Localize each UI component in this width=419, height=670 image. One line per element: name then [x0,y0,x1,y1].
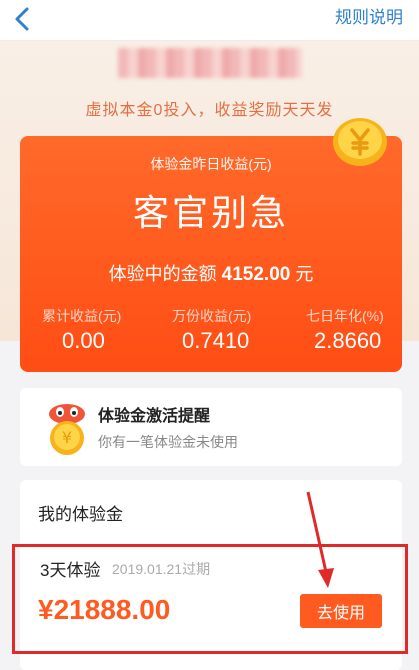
stat-label-per-10k: 万份收益(元) [172,308,252,324]
stat-label-7day: 七日年化(%) [306,308,384,324]
activation-reminder[interactable]: ¥ 体验金激活提醒 你有一笔体验金未使用 [20,388,402,466]
svg-text:¥: ¥ [62,428,72,447]
blurred-username [118,48,302,78]
trial-amount-value: 4152.00 [221,264,291,285]
stat-value-7day: 2.8660 [314,328,382,353]
trial-fund-amount: ¥21888.00 [38,594,171,625]
stat-value-per-10k: 0.7410 [182,328,250,353]
stat-label-total: 累计收益(元) [42,308,122,324]
trial-amount: 体验中的金额 4152.00 元 [20,260,402,286]
trial-amount-unit: 元 [295,264,314,284]
my-trial-funds-title: 我的体验金 [38,505,123,524]
rules-link[interactable]: 规则说明 [335,8,403,28]
trial-expire-date: 2019.01.21过期 [112,561,211,577]
nav-bar: 规则说明 [0,0,419,41]
reminder-title: 体验金激活提醒 [98,408,211,425]
reminder-subtitle: 你有一笔体验金未使用 [98,434,238,450]
stat-value-total: 0.00 [62,328,105,353]
back-chevron-icon[interactable] [10,6,36,32]
yesterday-value: 客官别急 [132,192,289,233]
coin-mascot-icon: ¥ [49,404,85,455]
trial-amount-label: 体验中的金额 [108,264,217,284]
trial-days: 3天体验 [40,561,101,580]
gold-coin-icon [333,118,387,166]
use-button[interactable]: 去使用 [300,594,382,628]
